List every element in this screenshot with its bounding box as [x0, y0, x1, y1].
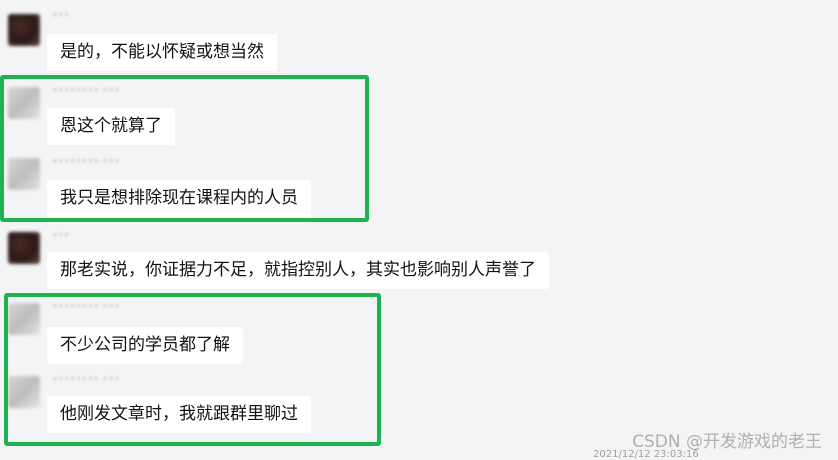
avatar[interactable] — [8, 232, 40, 264]
avatar[interactable] — [8, 14, 40, 46]
highlight-box — [4, 293, 381, 446]
sender-name: ••• — [52, 230, 70, 241]
sender-name: ••• — [52, 10, 70, 21]
timestamp: 2021/12/12 23:03:16 — [593, 449, 699, 460]
message-bubble[interactable]: 是的，不能以怀疑或想当然 — [47, 34, 277, 71]
message-bubble[interactable]: 那老实说，你证据力不足，就指控别人，其实也影响别人声誉了 — [47, 252, 549, 289]
highlight-box — [0, 75, 369, 222]
